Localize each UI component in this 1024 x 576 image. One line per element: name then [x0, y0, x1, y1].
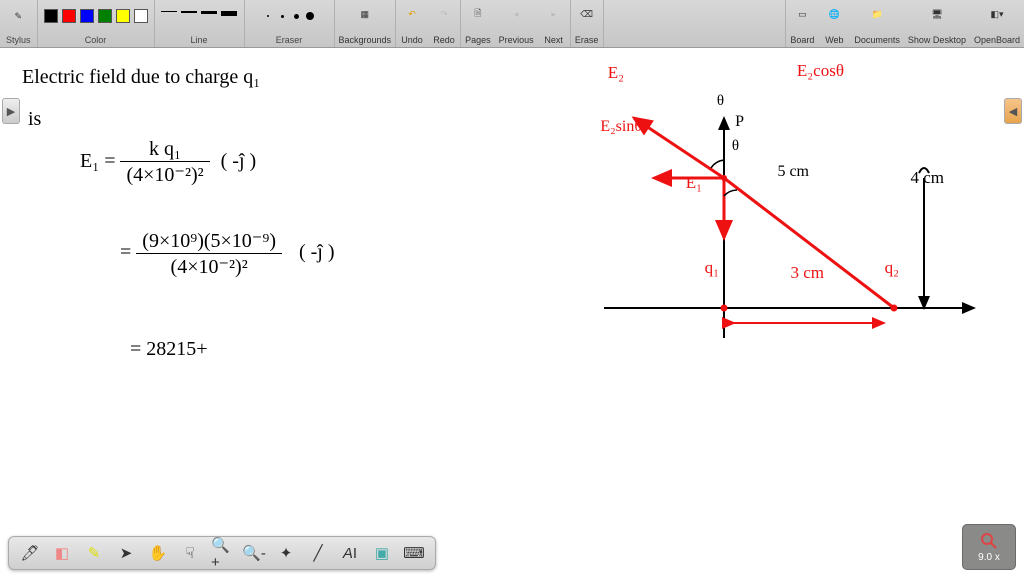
pages-button[interactable]: 🗎 Pages	[461, 0, 495, 47]
hand-tool-2[interactable]: ☟	[179, 542, 201, 564]
documents-icon: 📁	[865, 2, 889, 26]
lbl-p: P	[735, 113, 744, 131]
openboard-icon: ◧▾	[985, 2, 1009, 26]
eraser-dot-group: Eraser	[245, 0, 335, 47]
left-panel-toggle[interactable]: ▶	[2, 98, 20, 124]
top-toolbar: ✎ Stylus Color Line Eraser ▦ Backgrounds…	[0, 0, 1024, 48]
hw-line-2: is	[28, 108, 41, 131]
eq2-unit: ( -ĵ )	[299, 241, 335, 263]
backgrounds-button[interactable]: ▦ Backgrounds	[335, 0, 397, 47]
toolbar-spacer	[604, 0, 787, 47]
eq1-unit: ( -ĵ )	[221, 150, 257, 172]
line-width[interactable]	[221, 11, 237, 21]
openboard-menu[interactable]: ◧▾ OpenBoard	[970, 0, 1024, 47]
right-panel-toggle[interactable]: ◀	[1004, 98, 1022, 124]
erase-button[interactable]: ⌫ Erase	[571, 0, 604, 47]
color-swatch[interactable]	[44, 9, 58, 23]
board-button[interactable]: ▭ Board	[786, 0, 818, 47]
next-icon: ▸	[542, 2, 566, 26]
keyboard-tool[interactable]: ⌨	[403, 542, 425, 564]
stylus-group[interactable]: ✎ Stylus	[0, 0, 38, 47]
zoom-in-tool[interactable]: 🔍+	[211, 542, 233, 564]
pages-icon: 🗎	[466, 2, 490, 26]
pointer-tool[interactable]: ➤	[115, 542, 137, 564]
eraser-size[interactable]	[291, 11, 301, 21]
line-width[interactable]	[161, 11, 177, 21]
eraser-size[interactable]	[305, 11, 315, 21]
eq2-eq: =	[120, 241, 131, 263]
lbl-q2: q₂	[885, 258, 899, 278]
lbl-e2: E₂	[608, 63, 624, 83]
line-tool[interactable]: ╱	[307, 542, 329, 564]
next-button[interactable]: ▸ Next	[538, 0, 571, 47]
pen-tool[interactable]: 🖊	[19, 542, 41, 564]
highlighter-tool[interactable]: ✎	[83, 542, 105, 564]
text-tool[interactable]: AI	[339, 542, 361, 564]
eq1-lhs: E₁ =	[80, 150, 115, 172]
line-label: Line	[191, 35, 208, 45]
undo-button[interactable]: ↶ Undo	[396, 0, 428, 47]
lbl-e2cos: E₂cosθ	[797, 61, 844, 81]
lbl-3cm: 3 cm	[790, 263, 824, 283]
capture-tool[interactable]: ▣	[371, 542, 393, 564]
line-width[interactable]	[201, 11, 217, 21]
vector-diagram	[574, 108, 994, 368]
hand-tool[interactable]: ✋	[147, 542, 169, 564]
zoom-out-tool[interactable]: 🔍-	[243, 542, 265, 564]
color-swatch[interactable]	[116, 9, 130, 23]
zoom-indicator[interactable]: 9.0 x	[962, 524, 1016, 570]
whiteboard-canvas[interactable]: ▶ ◀ Electric field due to charge q₁ is E…	[0, 48, 1024, 536]
lbl-theta1: θ	[717, 93, 724, 110]
undo-icon: ↶	[400, 2, 424, 26]
color-group: Color	[38, 0, 155, 47]
zoom-value: 9.0 x	[978, 552, 1000, 563]
color-swatch[interactable]	[98, 9, 112, 23]
stylus-label: Stylus	[6, 35, 31, 45]
eq1-frac: k q₁ (4×10⁻²)²	[120, 138, 209, 187]
previous-icon: ◂	[504, 2, 528, 26]
hw-eq3: = 28215+	[130, 338, 208, 361]
show-desktop-icon: 🖥	[925, 2, 949, 26]
hw-eq1: E₁ = k q₁ (4×10⁻²)² ( -ĵ )	[80, 138, 256, 187]
color-swatch[interactable]	[80, 9, 94, 23]
eraser-tool[interactable]: ◧	[51, 542, 73, 564]
stylus-icon[interactable]: ✎	[6, 4, 30, 28]
eraser-size[interactable]	[263, 11, 273, 21]
lbl-e2sin: E₂sinθ	[600, 118, 642, 136]
line-width[interactable]	[181, 11, 197, 21]
lbl-theta2: θ	[732, 138, 739, 155]
lbl-4cm: 4 cm	[910, 168, 944, 188]
eq2-frac: (9×10⁹)(5×10⁻⁹) (4×10⁻²)²	[136, 228, 282, 279]
eraser-label: Eraser	[276, 35, 303, 45]
hw-eq2: = (9×10⁹)(5×10⁻⁹) (4×10⁻²)² ( -ĵ )	[120, 228, 335, 279]
web-icon: 🌐	[822, 2, 846, 26]
board-icon: ▭	[790, 2, 814, 26]
hw-line-1: Electric field due to charge q₁	[22, 66, 260, 89]
documents-button[interactable]: 📁 Documents	[850, 0, 904, 47]
eraser-size[interactable]	[277, 11, 287, 21]
show-desktop-button[interactable]: 🖥 Show Desktop	[904, 0, 970, 47]
laser-tool[interactable]: ✦	[275, 542, 297, 564]
color-swatch[interactable]	[134, 9, 148, 23]
redo-button[interactable]: ↷ Redo	[428, 0, 461, 47]
previous-button[interactable]: ◂ Previous	[495, 0, 538, 47]
lbl-e1: E₁	[686, 173, 702, 193]
line-group: Line	[155, 0, 245, 47]
bottom-toolbar: 🖊 ◧ ✎ ➤ ✋ ☟ 🔍+ 🔍- ✦ ╱ AI ▣ ⌨	[8, 536, 436, 570]
erase-icon: ⌫	[575, 2, 599, 26]
zoom-icon	[980, 532, 998, 550]
lbl-q1: q₁	[705, 258, 719, 278]
color-label: Color	[85, 35, 107, 45]
backgrounds-icon: ▦	[353, 2, 377, 26]
color-swatch[interactable]	[62, 9, 76, 23]
redo-icon: ↷	[432, 2, 456, 26]
web-button[interactable]: 🌐 Web	[818, 0, 850, 47]
lbl-5cm: 5 cm	[777, 163, 809, 181]
